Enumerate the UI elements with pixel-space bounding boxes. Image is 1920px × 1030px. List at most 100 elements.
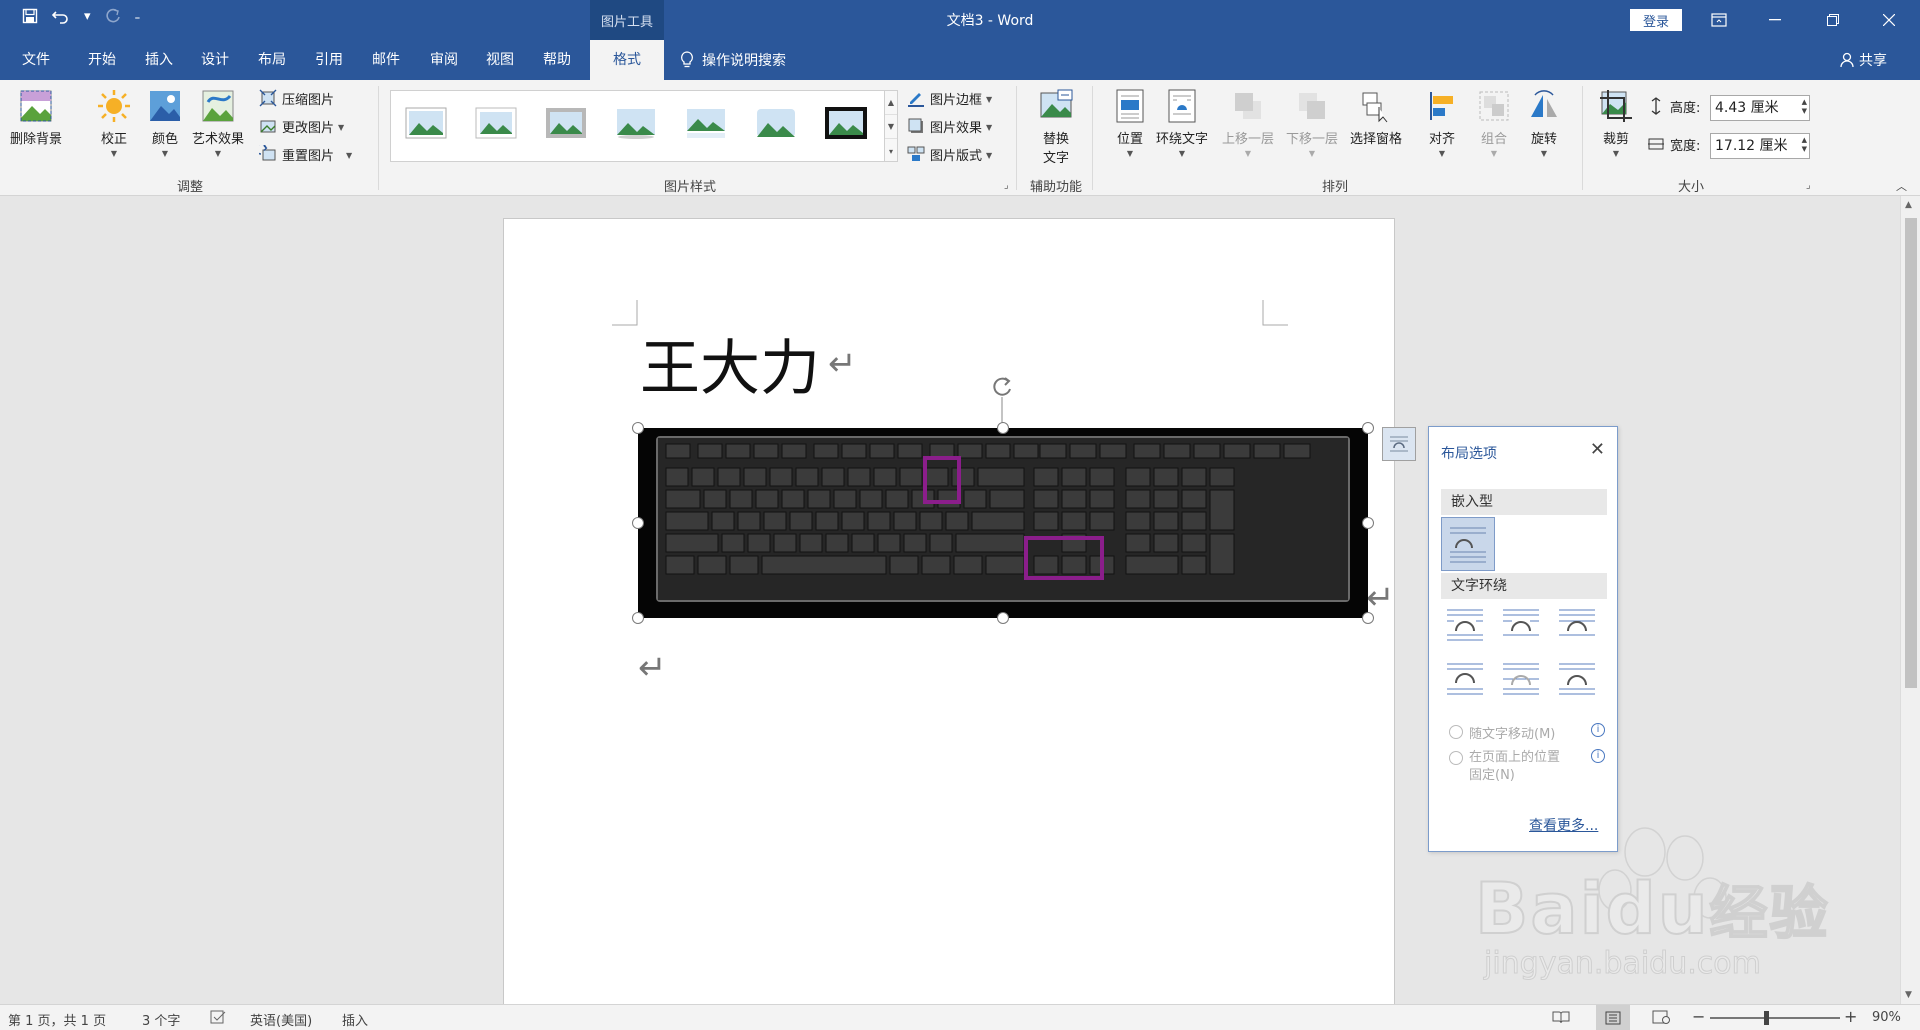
picture-styles-gallery[interactable] xyxy=(390,90,886,162)
redo-icon[interactable] xyxy=(105,8,121,24)
scroll-thumb[interactable] xyxy=(1905,218,1917,688)
print-layout-icon[interactable] xyxy=(1596,1005,1630,1030)
picture-style-2[interactable] xyxy=(475,107,517,139)
vertical-scrollbar[interactable]: ▲ ▼ xyxy=(1900,196,1920,1004)
resize-handle-top-right[interactable] xyxy=(1362,422,1374,434)
alt-text-button[interactable]: 替换 文字 xyxy=(1038,88,1074,166)
tab-view[interactable]: 视图 xyxy=(486,40,514,80)
selection-pane-button[interactable]: 选择窗格 xyxy=(1350,88,1402,147)
align-button[interactable]: 对齐 ▼ xyxy=(1424,88,1460,158)
reset-picture-button[interactable]: 重置图片 ▼ xyxy=(258,142,352,166)
keyboard-picture[interactable] xyxy=(638,428,1368,618)
wrap-behind-text-icon[interactable] xyxy=(1501,661,1541,697)
picture-style-1[interactable] xyxy=(405,107,447,139)
picture-style-5[interactable] xyxy=(685,107,727,139)
resize-handle-left[interactable] xyxy=(632,517,644,529)
bring-forward-button[interactable]: 上移一层 ▼ xyxy=(1222,88,1274,158)
size-launcher-icon[interactable]: ⌟ xyxy=(1806,180,1811,191)
insert-mode-indicator[interactable]: 插入 xyxy=(342,1010,368,1029)
language-indicator[interactable]: 英语(美国) xyxy=(250,1010,312,1029)
gallery-down-icon[interactable]: ▼ xyxy=(885,115,897,139)
word-count[interactable]: 3 个字 xyxy=(142,1010,180,1029)
picture-styles-launcher-icon[interactable]: ⌟ xyxy=(1004,180,1009,191)
resize-handle-bottom-left[interactable] xyxy=(632,612,644,624)
page-count[interactable]: 第 1 页，共 1 页 xyxy=(8,1010,106,1029)
zoom-in-icon[interactable]: + xyxy=(1844,1007,1857,1026)
scroll-down-icon[interactable]: ▼ xyxy=(1905,990,1912,1000)
picture-style-7[interactable] xyxy=(825,107,867,139)
tab-layout[interactable]: 布局 xyxy=(258,40,286,80)
proofing-icon[interactable] xyxy=(210,1010,226,1024)
send-backward-button[interactable]: 下移一层 ▼ xyxy=(1286,88,1338,158)
collapse-ribbon-icon[interactable]: ︿ xyxy=(1896,178,1907,194)
wrap-tight-icon[interactable] xyxy=(1501,607,1541,643)
see-more-link[interactable]: 查看更多... xyxy=(1529,815,1598,835)
width-input[interactable]: 17.12 厘米 ▲ ▼ xyxy=(1710,133,1810,159)
rotate-button[interactable]: 旋转 ▼ xyxy=(1526,88,1562,158)
tab-review[interactable]: 审阅 xyxy=(430,40,458,80)
tab-design[interactable]: 设计 xyxy=(201,40,229,80)
info-icon[interactable]: i xyxy=(1591,723,1605,737)
width-spinner-icon[interactable]: ▲ ▼ xyxy=(1802,136,1807,154)
login-button[interactable]: 登录 xyxy=(1630,9,1682,31)
resize-handle-bottom[interactable] xyxy=(997,612,1009,624)
undo-dropdown-icon[interactable]: ▾ xyxy=(84,9,91,24)
ribbon-display-options-icon[interactable] xyxy=(1696,0,1742,40)
compress-pictures-button[interactable]: 压缩图片 xyxy=(258,86,334,110)
close-icon[interactable]: ✕ xyxy=(1590,439,1605,460)
wrap-through-icon[interactable] xyxy=(1557,607,1597,643)
color-button[interactable]: 颜色 ▼ xyxy=(147,88,183,158)
tab-mailings[interactable]: 邮件 xyxy=(372,40,400,80)
artistic-effects-button[interactable]: 艺术效果 ▼ xyxy=(192,88,244,158)
picture-style-4[interactable] xyxy=(615,107,657,139)
picture-border-button[interactable]: 图片边框 ▼ xyxy=(906,86,992,110)
info-icon[interactable]: i xyxy=(1591,749,1605,763)
zoom-out-icon[interactable]: − xyxy=(1692,1007,1705,1026)
group-button[interactable]: 组合 ▼ xyxy=(1476,88,1512,158)
move-with-text-radio[interactable] xyxy=(1449,725,1463,739)
picture-style-3[interactable] xyxy=(545,107,587,139)
resize-handle-top[interactable] xyxy=(997,422,1009,434)
tab-insert[interactable]: 插入 xyxy=(145,40,173,80)
restore-icon[interactable] xyxy=(1810,0,1856,40)
zoom-slider[interactable] xyxy=(1710,1017,1840,1019)
resize-handle-right[interactable] xyxy=(1362,517,1374,529)
tab-format[interactable]: 格式 xyxy=(590,40,664,80)
wrap-square-icon[interactable] xyxy=(1445,607,1485,643)
height-spinner-icon[interactable]: ▲ ▼ xyxy=(1802,98,1807,116)
zoom-level[interactable]: 90% xyxy=(1872,1010,1901,1025)
wrap-text-button[interactable]: 环绕文字 ▼ xyxy=(1156,88,1208,158)
customize-qat-icon[interactable]: ₌ xyxy=(135,10,141,23)
picture-layout-button[interactable]: 图片版式 ▼ xyxy=(906,142,992,166)
fix-position-radio[interactable] xyxy=(1449,751,1463,765)
move-with-text-option[interactable]: 随文字移动(M) xyxy=(1449,723,1555,742)
gallery-scroll[interactable]: ▲ ▼ ▾ xyxy=(884,90,898,162)
picture-style-6[interactable] xyxy=(755,107,797,139)
layout-options-button[interactable] xyxy=(1382,427,1416,461)
scroll-up-icon[interactable]: ▲ xyxy=(1905,200,1912,210)
gallery-up-icon[interactable]: ▲ xyxy=(885,91,897,115)
minimize-icon[interactable] xyxy=(1752,0,1798,40)
close-window-icon[interactable] xyxy=(1866,0,1912,40)
tab-help[interactable]: 帮助 xyxy=(543,40,571,80)
position-button[interactable]: 位置 ▼ xyxy=(1112,88,1148,158)
picture-effects-button[interactable]: 图片效果 ▼ xyxy=(906,114,992,138)
gallery-more-icon[interactable]: ▾ xyxy=(885,139,897,163)
resize-handle-top-left[interactable] xyxy=(632,422,644,434)
tab-file[interactable]: 文件 xyxy=(22,40,50,80)
resize-handle-bottom-right[interactable] xyxy=(1362,612,1374,624)
wrap-in-front-icon[interactable] xyxy=(1557,661,1597,697)
zoom-slider-thumb[interactable] xyxy=(1764,1011,1769,1025)
fix-position-option[interactable]: 在页面上的位置 固定(N) xyxy=(1449,749,1560,785)
share-button[interactable]: 共享 xyxy=(1840,40,1887,80)
height-input[interactable]: 4.43 厘米 ▲ ▼ xyxy=(1710,95,1810,121)
crop-button[interactable]: 裁剪 ▼ xyxy=(1598,88,1634,158)
web-layout-icon[interactable] xyxy=(1652,1010,1670,1024)
wrap-top-bottom-icon[interactable] xyxy=(1445,661,1485,697)
wrap-inline-option[interactable] xyxy=(1441,517,1495,571)
document-heading[interactable]: 王大力 xyxy=(640,334,820,404)
tell-me-search[interactable]: 操作说明搜索 xyxy=(680,40,786,80)
tab-references[interactable]: 引用 xyxy=(315,40,343,80)
tab-home[interactable]: 开始 xyxy=(88,40,116,80)
undo-icon[interactable] xyxy=(52,8,70,24)
